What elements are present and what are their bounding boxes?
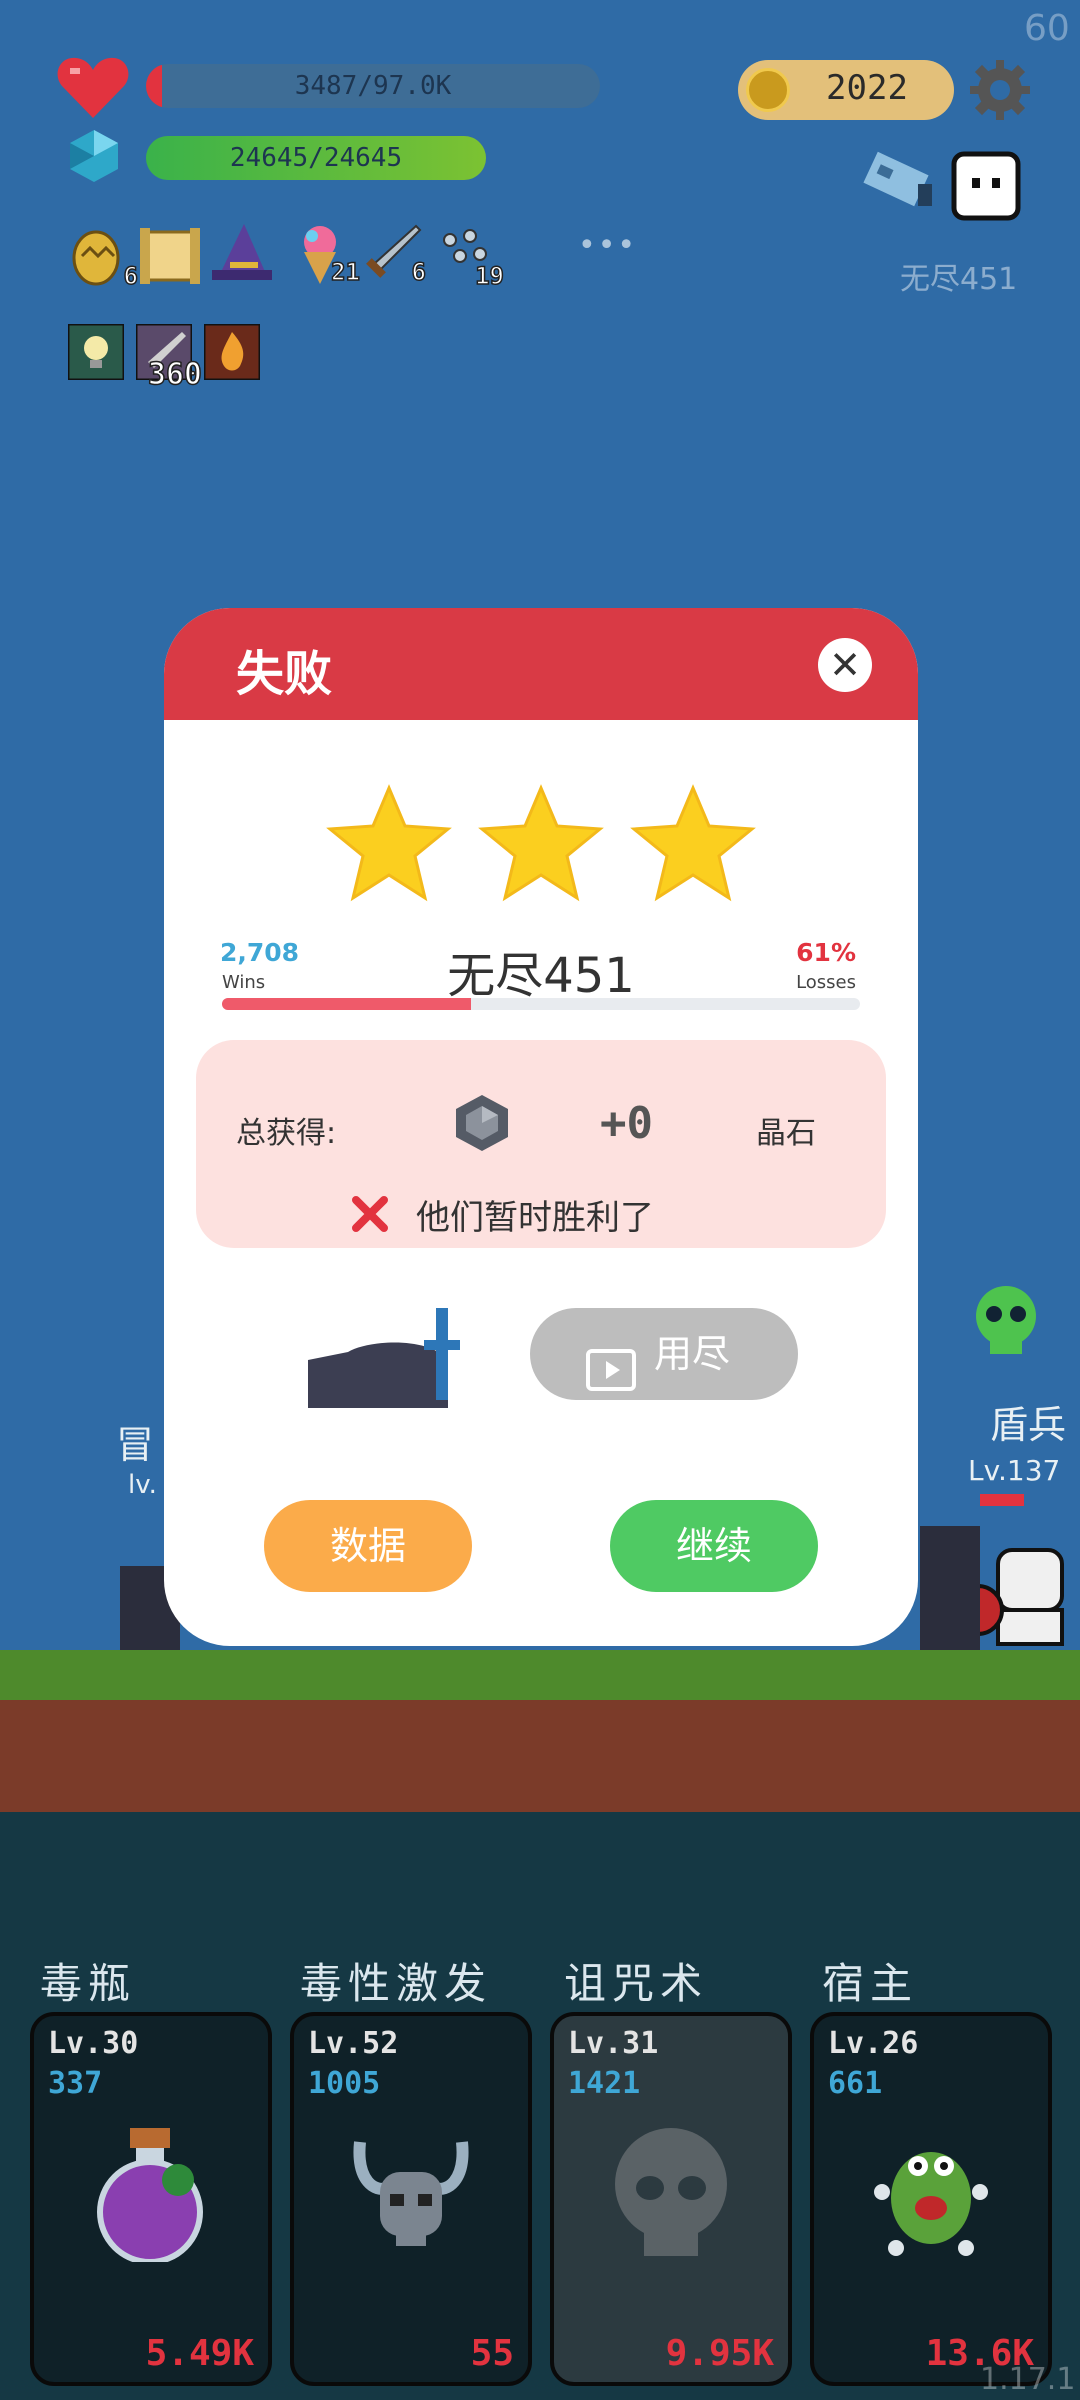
reward-panel: 总获得: +0 晶石 他们暂时胜利了 bbox=[196, 1040, 886, 1248]
skill-value: 337 bbox=[48, 2066, 103, 2101]
ice-cream-icon[interactable]: 21 bbox=[292, 222, 361, 287]
coin-panel: 2022 bbox=[738, 60, 954, 120]
skill-title: 宿主 bbox=[822, 1959, 919, 2008]
enemy-hp-bar bbox=[980, 1494, 1024, 1506]
failure-x-icon bbox=[350, 1194, 390, 1234]
close-button[interactable]: ✕ bbox=[818, 638, 872, 692]
watch-video-button[interactable]: 用尽 bbox=[530, 1308, 798, 1400]
settings-gear-icon[interactable] bbox=[968, 58, 1032, 122]
mana-bar: 24645/24645 bbox=[146, 136, 486, 180]
left-unit-name: 冒 bbox=[116, 1423, 155, 1467]
reward-unit: 晶石 bbox=[756, 1116, 816, 1151]
right-debris bbox=[920, 1526, 980, 1650]
star-icon bbox=[476, 784, 606, 904]
losses-percent: 61% bbox=[796, 938, 856, 967]
scroll-icon[interactable] bbox=[138, 226, 200, 284]
film-icon bbox=[586, 1332, 636, 1391]
skull-icon bbox=[606, 2122, 736, 2262]
left-unit-level: lv. bbox=[128, 1470, 157, 1500]
item-count: 6 bbox=[411, 257, 427, 287]
version-label: 1.17.1 bbox=[980, 2362, 1076, 2397]
skill-card-host[interactable]: Lv.26 661 13.6K bbox=[810, 2012, 1052, 2386]
skill-title: 毒瓶 bbox=[40, 1959, 137, 2008]
reward-amount: +0 bbox=[600, 1098, 653, 1149]
skill-cost: 5.49K bbox=[145, 2333, 254, 2374]
more-items-button[interactable]: ••• bbox=[578, 228, 637, 263]
item-count: 19 bbox=[474, 261, 504, 291]
skill-title: 诅咒术 bbox=[564, 1959, 709, 2008]
skill-cost: 9.95K bbox=[665, 2333, 774, 2374]
coin-icon bbox=[746, 68, 790, 112]
skill-cost: 55 bbox=[470, 2333, 514, 2374]
skill-card-curse[interactable]: Lv.31 1421 9.95K bbox=[550, 2012, 792, 2386]
win-loss-bar-fill bbox=[222, 998, 471, 1010]
skill-title: 毒性激发 bbox=[300, 1959, 493, 2008]
enemy-skull-icon bbox=[966, 1282, 1046, 1362]
star-icon bbox=[324, 784, 454, 904]
heart-icon bbox=[56, 54, 130, 120]
blade-icon: 360 bbox=[134, 322, 203, 393]
buff-count: 360 bbox=[147, 356, 203, 393]
hp-text: 3487/97.0K bbox=[294, 71, 452, 101]
skill-value: 1005 bbox=[308, 2066, 381, 2101]
reward-label: 总获得: bbox=[236, 1116, 337, 1151]
light-bulb-icon bbox=[66, 322, 126, 382]
win-loss-bar bbox=[222, 998, 860, 1010]
crystal-icon bbox=[66, 128, 122, 184]
skill-card-toxic-burst[interactable]: Lv.52 1005 55 bbox=[290, 2012, 532, 2386]
skill-value: 661 bbox=[828, 2066, 883, 2101]
losses-label: Losses bbox=[796, 972, 856, 993]
skill-level: Lv.26 bbox=[828, 2026, 919, 2061]
dialog-title: 失败 bbox=[236, 646, 333, 702]
dirt-strip bbox=[0, 1700, 1080, 1812]
coin-count: 2022 bbox=[826, 68, 908, 108]
fire-icon bbox=[202, 322, 262, 382]
hp-bar: 3487/97.0K bbox=[146, 64, 600, 108]
defeated-hero-icon bbox=[308, 1300, 484, 1408]
right-unit-name: 盾兵 bbox=[990, 1403, 1067, 1447]
result-dialog: 失败 ✕ 2,708 Wins 无尽451 61% Losses 总获得: +0… bbox=[164, 608, 918, 1646]
gem-icon bbox=[452, 1092, 512, 1154]
item-count: 21 bbox=[330, 257, 360, 287]
skill-card-poison-bottle[interactable]: Lv.30 337 5.49K bbox=[30, 2012, 272, 2386]
skill-level: Lv.30 bbox=[48, 2026, 139, 2061]
fish-icon[interactable] bbox=[862, 148, 940, 210]
result-message: 他们暂时胜利了 bbox=[416, 1198, 654, 1238]
data-button[interactable]: 数据 bbox=[264, 1500, 472, 1592]
mana-text: 24645/24645 bbox=[229, 143, 403, 173]
star-icon bbox=[628, 784, 758, 904]
right-unit-level: Lv.137 bbox=[968, 1454, 1061, 1487]
watch-video-label: 用尽 bbox=[654, 1332, 731, 1376]
continue-button[interactable]: 继续 bbox=[610, 1500, 818, 1592]
stage-label: 无尽451 bbox=[900, 262, 1018, 297]
ghost-icon[interactable] bbox=[950, 150, 1022, 222]
sword-icon[interactable]: 6 bbox=[358, 222, 427, 287]
sparkle-cluster-icon[interactable]: 19 bbox=[436, 226, 505, 291]
dialog-header: 失败 ✕ bbox=[164, 608, 918, 720]
grass-strip bbox=[0, 1650, 1080, 1700]
poison-bottle-icon bbox=[86, 2122, 216, 2265]
green-monster-icon bbox=[866, 2122, 996, 2262]
skill-level: Lv.31 bbox=[568, 2026, 659, 2061]
close-icon: ✕ bbox=[829, 643, 861, 687]
item-count: 6 bbox=[123, 261, 139, 291]
golden-egg-icon[interactable]: 6 bbox=[70, 226, 139, 291]
fps-counter: 60 bbox=[1024, 8, 1070, 49]
skill-level: Lv.52 bbox=[308, 2026, 399, 2061]
wizard-hat-icon[interactable] bbox=[210, 222, 272, 280]
horned-helmet-skull-icon bbox=[346, 2122, 476, 2262]
skill-value: 1421 bbox=[568, 2066, 641, 2101]
